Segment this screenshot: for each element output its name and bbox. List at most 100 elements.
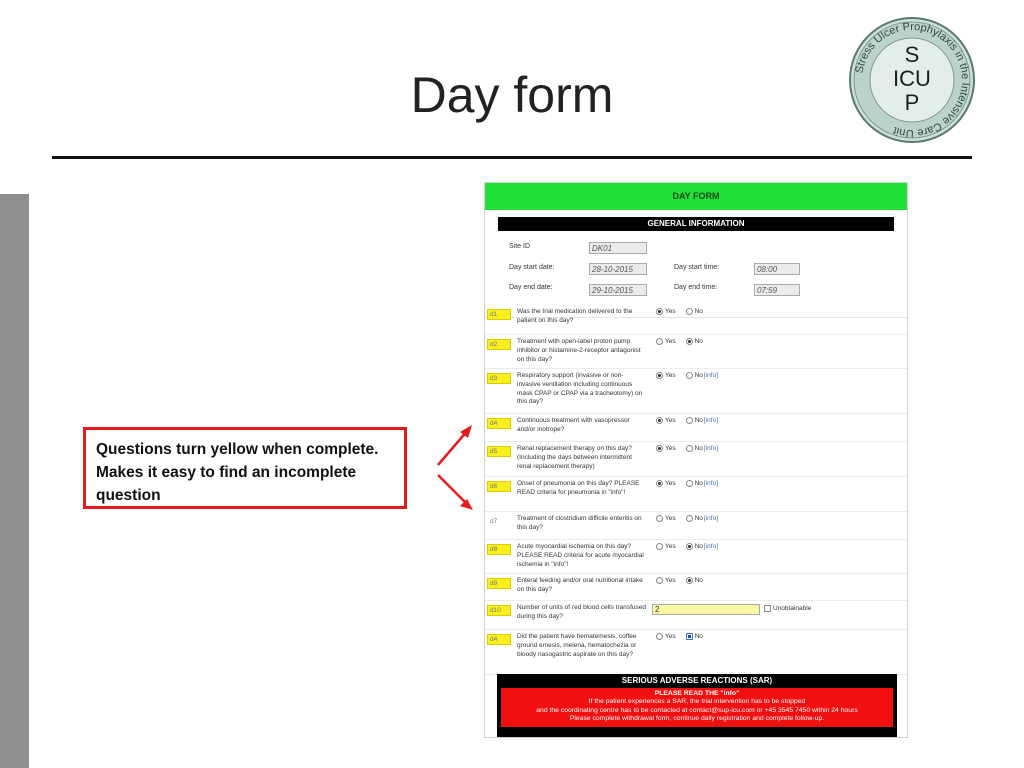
no-label: No xyxy=(694,338,703,345)
yes-label: Yes xyxy=(665,543,676,550)
question-code-complete: d1 xyxy=(487,309,511,320)
info-link[interactable]: [info] xyxy=(704,445,718,452)
yes-no-group: Yes No[info] xyxy=(656,515,718,522)
question-code-complete: d2 xyxy=(487,339,511,350)
question-row: d10 Number of units of red blood cells tr… xyxy=(485,600,907,630)
yes-label: Yes xyxy=(665,633,676,640)
yes-radio[interactable] xyxy=(656,417,663,424)
unobtainable-option[interactable]: Unobtainable xyxy=(764,605,811,612)
no-label: No xyxy=(694,577,703,584)
left-decoration-bar xyxy=(0,194,29,768)
yes-label: Yes xyxy=(665,445,676,452)
callout-arrows xyxy=(437,425,473,510)
yes-label: Yes xyxy=(665,480,676,487)
arrow-down xyxy=(437,474,469,506)
yes-label: Yes xyxy=(665,372,676,379)
question-code-complete: d9 xyxy=(487,578,511,589)
no-label: No xyxy=(694,633,703,640)
day-end-date-label: Day end date: xyxy=(509,284,553,291)
day-end-time-label: Day end time: xyxy=(674,284,718,291)
no-label: No xyxy=(694,308,703,315)
question-row: d2 Treatment with open-label proton pump … xyxy=(485,334,907,369)
title-divider xyxy=(52,156,972,159)
unobtainable-label: Unobtainable xyxy=(773,605,812,613)
sar-line-3: and the coordinating centre has to be co… xyxy=(536,706,858,714)
no-radio[interactable] xyxy=(685,543,693,550)
question-row: d9 Enteral feeding and/or oral nutritiona… xyxy=(485,573,907,601)
site-id-label: Site ID xyxy=(509,243,531,250)
no-label: No xyxy=(694,445,703,452)
no-radio[interactable] xyxy=(685,338,693,345)
yes-no-group: Yes No[info] xyxy=(656,480,718,487)
site-id-field[interactable]: DK01 xyxy=(589,242,647,254)
logo-letter-s: S xyxy=(905,42,920,67)
day-form-screenshot: DAY FORM GENERAL INFORMATION Site ID DK0… xyxy=(484,182,908,738)
day-end-date-field[interactable]: 29-10-2015 xyxy=(589,284,647,296)
sar-line-1: PLEASE READ THE "info" xyxy=(654,690,740,697)
question-text: Onset of pneumonia on this day? PLEASE R… xyxy=(517,480,640,496)
unobtainable-checkbox[interactable] xyxy=(764,605,771,612)
yes-no-group: Yes No xyxy=(656,577,704,584)
question-text: Continuous treatment with vasopressor an… xyxy=(517,417,630,433)
day-start-date-field[interactable]: 28-10-2015 xyxy=(589,263,647,275)
day-end-time-field[interactable]: 07:59 xyxy=(754,284,800,296)
logo-letter-p: P xyxy=(905,90,920,115)
question-text: Treatment of clostridium difficile enter… xyxy=(517,515,642,531)
question-text: Did the patient have hematemesis, coffee… xyxy=(517,633,637,658)
yes-radio[interactable] xyxy=(656,480,663,487)
yes-radio[interactable] xyxy=(656,308,663,315)
yes-radio[interactable] xyxy=(656,633,663,640)
arrow-up xyxy=(437,429,469,466)
no-radio[interactable] xyxy=(685,633,693,640)
yes-no-group: Yes No xyxy=(656,338,704,345)
form-header: DAY FORM xyxy=(485,183,907,210)
no-radio[interactable] xyxy=(685,445,693,452)
question-text: Was the trial medication delivered to th… xyxy=(517,308,633,324)
question-code-complete: d4 xyxy=(487,418,511,429)
question-text: Enteral feeding and/or oral nutritional … xyxy=(517,577,643,593)
yes-radio[interactable] xyxy=(656,372,663,379)
no-radio[interactable] xyxy=(685,372,693,379)
question-row: d5 Renal replacement therapy on this day?… xyxy=(485,441,907,477)
yes-radio[interactable] xyxy=(656,445,663,452)
yes-label: Yes xyxy=(665,417,676,424)
info-link[interactable]: [info] xyxy=(704,372,718,379)
info-link[interactable]: [info] xyxy=(704,543,718,550)
day-start-time-field[interactable]: 08:00 xyxy=(754,263,800,275)
no-label: No xyxy=(694,417,703,424)
info-link[interactable]: [info] xyxy=(704,480,718,487)
info-link[interactable]: [info] xyxy=(704,515,718,522)
yes-no-group: Yes No[info] xyxy=(656,445,718,452)
question-code-complete: d10 xyxy=(487,605,511,616)
yes-no-group: Yes No[info] xyxy=(656,417,718,424)
day-start-time-label: Day start time: xyxy=(674,264,720,271)
sar-line-2: If the patient experiences a SAR, the tr… xyxy=(588,698,806,706)
yes-label: Yes xyxy=(665,515,676,522)
question-text: Respiratory support (invasive or non-inv… xyxy=(517,372,643,406)
info-link[interactable]: [info] xyxy=(704,417,718,424)
no-radio[interactable] xyxy=(685,308,693,315)
no-radio[interactable] xyxy=(685,417,693,424)
sup-icu-logo: Stress Ulcer Prophylaxis in the Intensiv… xyxy=(849,17,975,143)
no-label: No xyxy=(694,480,703,487)
yes-no-group: Yes No xyxy=(656,633,704,640)
question-row: d7 Treatment of clostridium difficile ent… xyxy=(485,511,907,540)
yes-radio[interactable] xyxy=(656,543,663,550)
general-information-bar: GENERAL INFORMATION xyxy=(498,217,894,231)
question-text: Number of units of red blood cells trans… xyxy=(517,604,646,620)
yes-radio[interactable] xyxy=(656,338,663,345)
yes-radio[interactable] xyxy=(656,515,663,522)
no-radio[interactable] xyxy=(685,480,693,487)
question-row: d1 Was the trial medication delivered to … xyxy=(485,304,907,335)
question-code-complete: d4 xyxy=(487,634,511,645)
yes-label: Yes xyxy=(665,338,676,345)
yes-no-group: Yes No[info] xyxy=(656,372,718,379)
rbc-units-input[interactable]: 2 xyxy=(652,604,760,615)
question-text: Renal replacement therapy on this day? (… xyxy=(517,445,632,470)
yes-radio[interactable] xyxy=(656,577,663,584)
day-start-date-label: Day start date: xyxy=(509,264,555,271)
no-radio[interactable] xyxy=(685,577,693,584)
question-text: Acute myocardial ischemia on this day? P… xyxy=(517,543,644,568)
sar-title: SERIOUS ADVERSE REACTIONS (SAR) xyxy=(621,676,773,685)
no-radio[interactable] xyxy=(685,515,693,522)
